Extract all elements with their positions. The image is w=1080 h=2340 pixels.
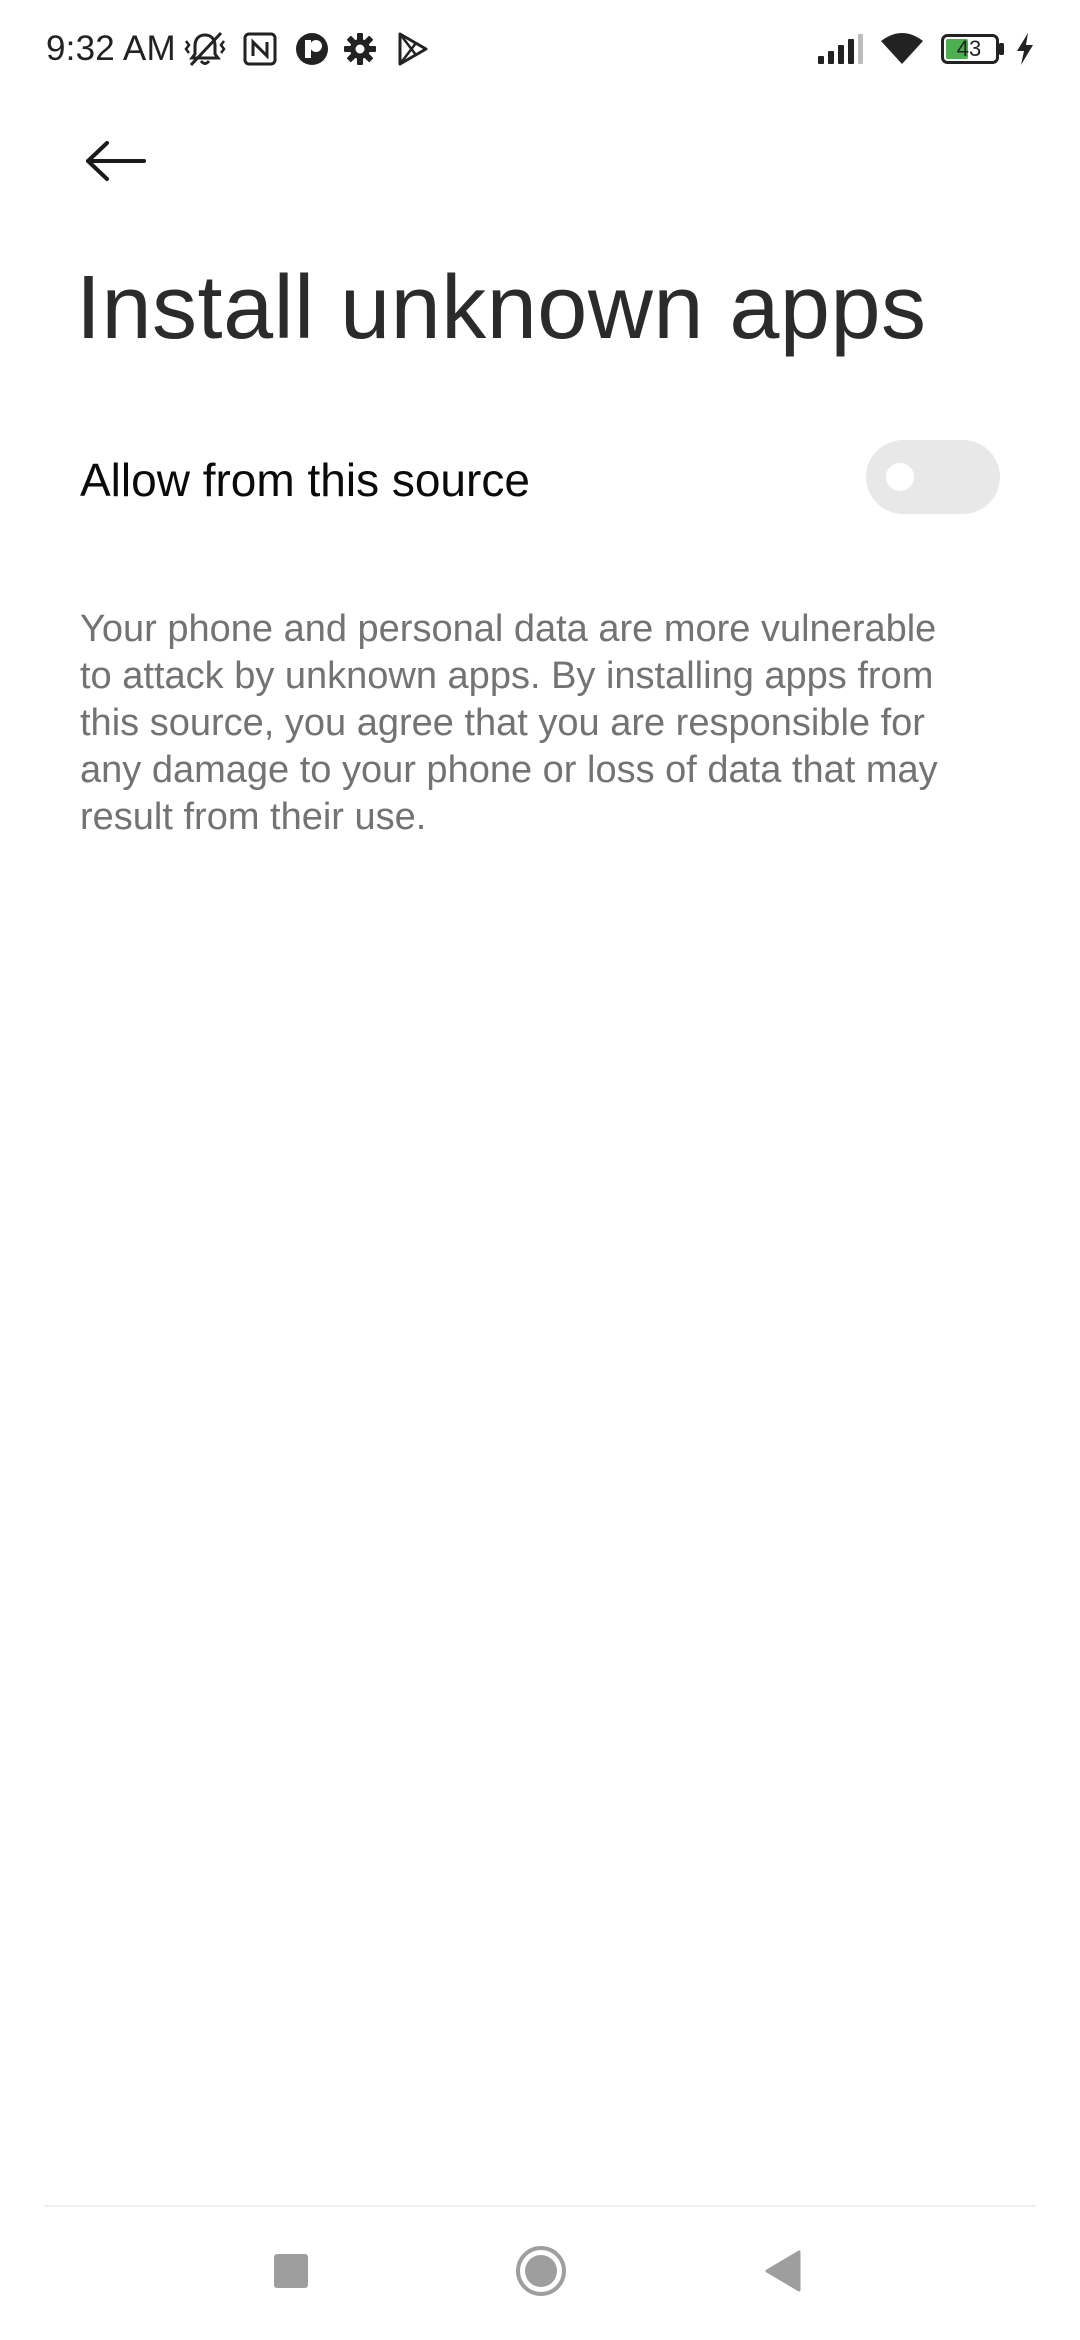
recents-square-icon: [274, 2254, 308, 2288]
status-bar: 9:32 AM 43: [0, 0, 1080, 100]
battery-icon: 43: [938, 28, 1008, 70]
arrow-left-icon: [86, 141, 146, 181]
nav-back-button[interactable]: [728, 2228, 838, 2314]
gear-icon: [340, 28, 380, 70]
nav-divider: [44, 2205, 1036, 2207]
recents-button[interactable]: [236, 2228, 346, 2314]
charging-icon: [1012, 28, 1038, 70]
wifi-icon: [878, 28, 926, 70]
app-notification-icon: [292, 28, 332, 70]
home-button[interactable]: [486, 2228, 596, 2314]
vibrate-off-icon: [182, 28, 228, 70]
allow-source-toggle[interactable]: [866, 440, 1000, 514]
back-button[interactable]: [70, 120, 160, 202]
home-circle-icon: [516, 2246, 566, 2296]
nfc-icon: [240, 28, 280, 70]
battery-level: 43: [956, 36, 982, 61]
page-title: Install unknown apps: [76, 258, 927, 358]
play-store-icon: [392, 28, 432, 70]
allow-source-setting-row[interactable]: Allow from this source: [0, 420, 1080, 540]
setting-label: Allow from this source: [80, 454, 530, 506]
status-time: 9:32 AM: [46, 29, 176, 68]
signal-icon: [814, 28, 866, 70]
warning-description: Your phone and personal data are more vu…: [80, 608, 938, 838]
toggle-knob: [886, 463, 914, 491]
back-triangle-icon: [765, 2250, 801, 2292]
settings-screen: 9:32 AM 43 Install unknown apps Allow fr…: [0, 0, 1080, 2340]
